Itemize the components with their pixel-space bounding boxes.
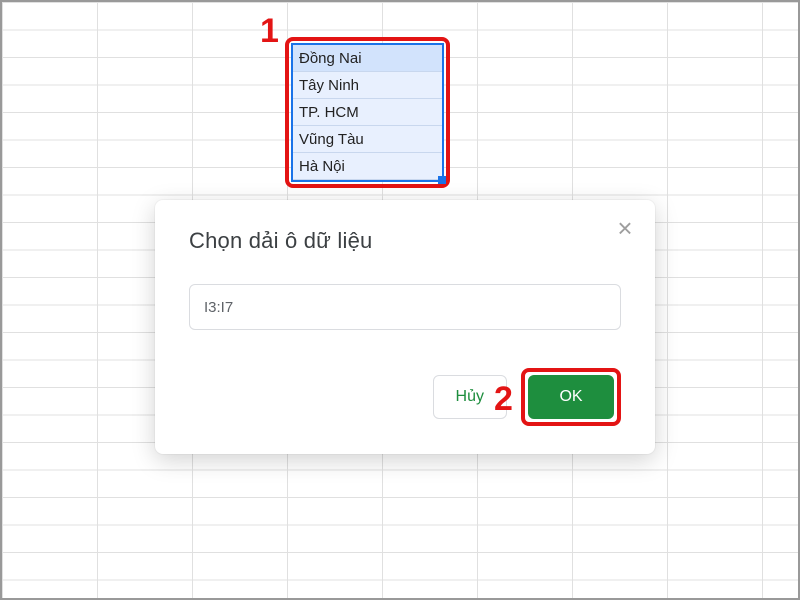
range-dialog: × Chọn dải ô dữ liệu Hủy OK [155,200,655,454]
cell[interactable]: Đồng Nai [293,45,442,72]
close-button[interactable]: × [611,214,639,242]
cell[interactable]: Tây Ninh [293,72,442,99]
close-icon: × [617,213,632,244]
annotation-step-1: 1 [260,12,279,51]
cell-selection[interactable]: Đồng Nai Tây Ninh TP. HCM Vũng Tàu Hà Nộ… [291,43,444,182]
annotation-highlight-selection: Đồng Nai Tây Ninh TP. HCM Vũng Tàu Hà Nộ… [285,37,450,188]
cell[interactable]: TP. HCM [293,99,442,126]
annotation-step-2: 2 [494,380,513,419]
cell[interactable]: Vũng Tàu [293,126,442,153]
dialog-title: Chọn dải ô dữ liệu [189,228,621,254]
dialog-actions: Hủy OK [189,368,621,426]
fill-handle[interactable] [438,176,446,184]
annotation-highlight-ok: OK [521,368,621,426]
range-input[interactable] [189,284,621,330]
cell[interactable]: Hà Nội [293,153,442,180]
ok-button[interactable]: OK [528,375,614,419]
